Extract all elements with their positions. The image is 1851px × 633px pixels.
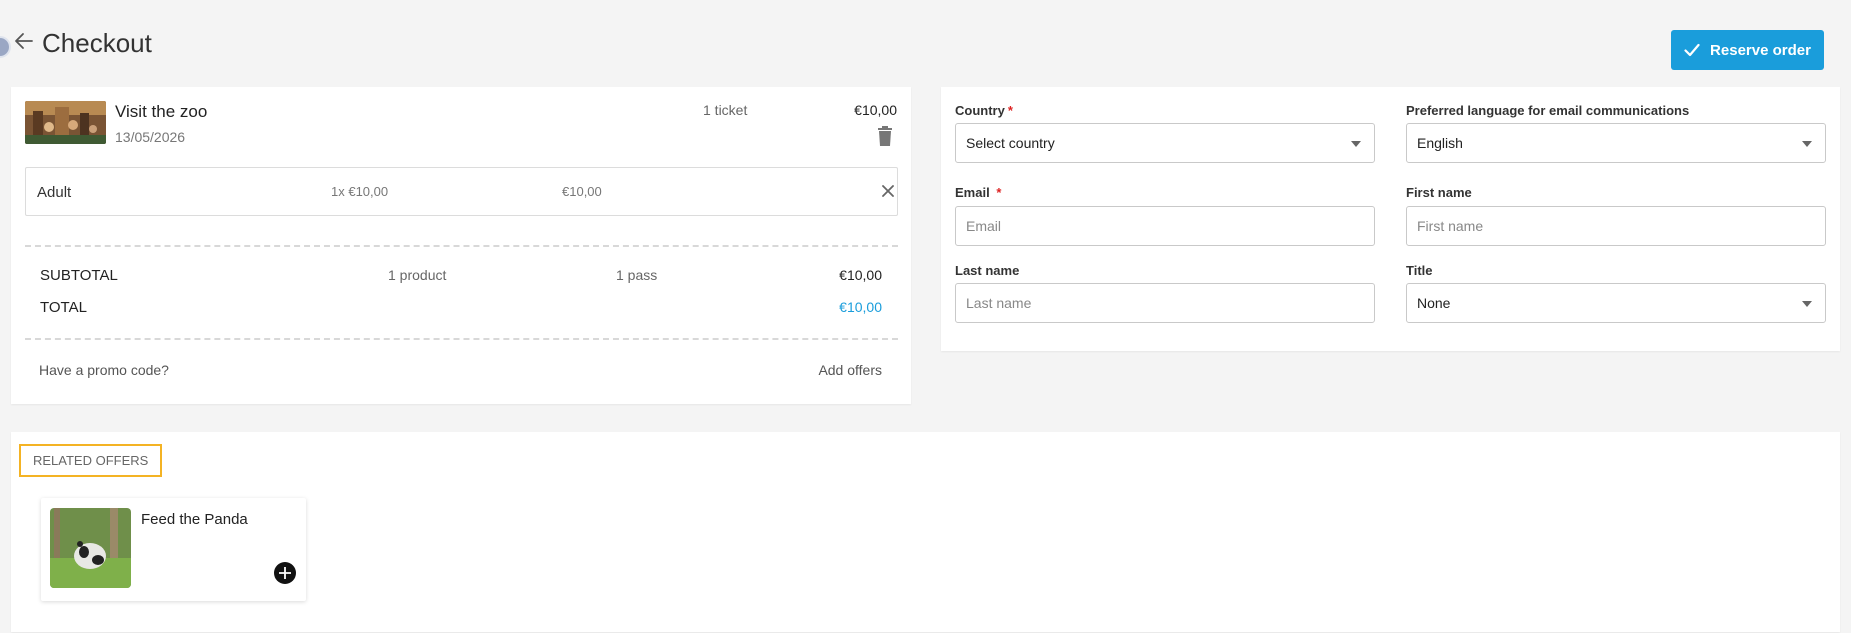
language-select[interactable]: English — [1406, 123, 1826, 163]
related-offers-heading: RELATED OFFERS — [19, 444, 163, 477]
title-value: None — [1417, 295, 1451, 311]
page-title: Checkout — [42, 28, 152, 58]
product-price: €10,00 — [854, 102, 897, 118]
required-mark: * — [996, 185, 1002, 200]
total-value: €10,00 — [839, 299, 882, 315]
sidebar-toggle[interactable] — [0, 36, 11, 58]
plus-circle-icon[interactable] — [274, 562, 296, 584]
language-value: English — [1417, 135, 1463, 151]
promo-code-link[interactable]: Have a promo code? — [39, 362, 169, 378]
chevron-down-icon — [1802, 141, 1812, 147]
divider — [25, 338, 898, 340]
country-value: Select country — [966, 135, 1055, 151]
first-name-field[interactable] — [1406, 206, 1826, 246]
chevron-down-icon — [1802, 301, 1812, 307]
title-label: Title — [1406, 263, 1433, 278]
pass-count: 1 pass — [616, 267, 658, 283]
product-count: 1 product — [388, 267, 447, 283]
add-offers-link[interactable]: Add offers — [818, 362, 882, 378]
divider — [25, 245, 898, 247]
ticket-unit-price: 1x €10,00 — [331, 184, 389, 199]
ticket-row: Adult 1x €10,00 €10,00 — [25, 167, 898, 216]
product-quantity: 1 ticket — [703, 102, 748, 118]
language-label: Preferred language for email communicati… — [1406, 103, 1690, 118]
offer-thumbnail — [50, 508, 131, 588]
check-icon — [1684, 43, 1700, 57]
cart-card: Visit the zoo 13/05/2026 1 ticket €10,00… — [11, 87, 911, 404]
country-select[interactable]: Select country — [955, 123, 1375, 163]
offer-name: Feed the Panda — [141, 511, 248, 528]
product-date: 13/05/2026 — [115, 129, 186, 145]
trash-icon[interactable] — [877, 126, 893, 146]
required-mark: * — [1007, 103, 1013, 118]
country-label-text: Country — [955, 103, 1005, 118]
product-thumbnail — [25, 101, 106, 144]
reserve-order-label: Reserve order — [1710, 41, 1811, 59]
title-select[interactable]: None — [1406, 283, 1826, 323]
chevron-down-icon — [1351, 141, 1361, 147]
email-label-text: Email — [955, 185, 990, 200]
first-name-label: First name — [1406, 185, 1472, 200]
last-name-label: Last name — [955, 263, 1020, 278]
subtotal-value: €10,00 — [839, 267, 882, 283]
reserve-order-button[interactable]: Reserve order — [1671, 30, 1824, 70]
offer-card[interactable]: Feed the Panda — [41, 498, 306, 601]
back-arrow-icon[interactable] — [12, 29, 36, 53]
related-offers-card: RELATED OFFERS Feed the Panda — [11, 432, 1840, 632]
email-field[interactable] — [955, 206, 1375, 246]
ticket-total: €10,00 — [562, 184, 602, 199]
customer-form-card: Country * Select country Preferred langua… — [941, 87, 1840, 351]
last-name-field[interactable] — [955, 283, 1375, 323]
close-icon[interactable] — [880, 183, 896, 199]
subtotal-label: SUBTOTAL — [40, 267, 118, 284]
ticket-type: Adult — [37, 184, 72, 201]
product-name: Visit the zoo — [115, 102, 208, 121]
email-label: Email * — [955, 185, 1001, 200]
total-label: TOTAL — [40, 299, 87, 316]
country-label: Country * — [955, 103, 1013, 118]
